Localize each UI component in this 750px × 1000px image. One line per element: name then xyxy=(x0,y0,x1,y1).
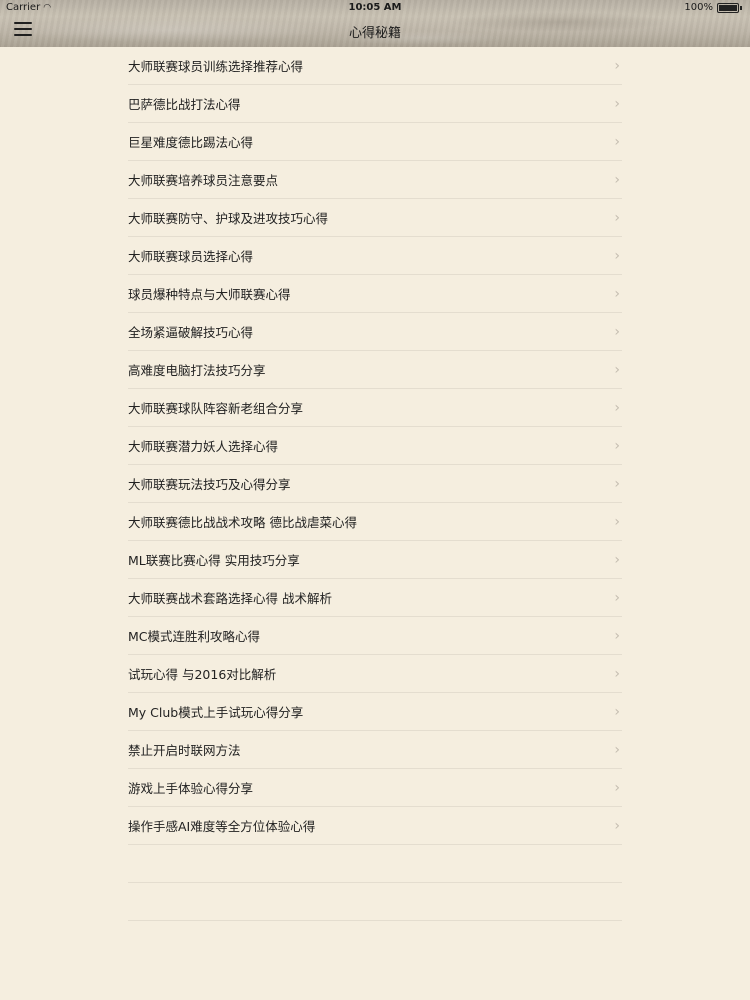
list-item-label: 巨星难度德比踢法心得 xyxy=(128,135,254,150)
chevron-right-icon: › xyxy=(614,437,620,454)
list-item[interactable]: 巴萨德比战打法心得 › xyxy=(128,85,622,123)
chevron-right-icon: › xyxy=(614,209,620,226)
list-item[interactable]: My Club模式上手试玩心得分享 › xyxy=(128,693,622,731)
list-item-label: 操作手感AI难度等全方位体验心得 xyxy=(128,819,316,834)
list-item[interactable]: 球员爆种特点与大师联赛心得 › xyxy=(128,275,622,313)
chevron-right-icon: › xyxy=(614,247,620,264)
list-item[interactable]: 大师联赛德比战战术攻略 德比战虐菜心得 › xyxy=(128,503,622,541)
battery-icon xyxy=(717,2,739,13)
empty-row xyxy=(128,845,622,883)
chevron-right-icon: › xyxy=(614,57,620,74)
chevron-right-icon: › xyxy=(614,361,620,378)
list-item-label: 巴萨德比战打法心得 xyxy=(128,97,241,112)
list-item[interactable]: 大师联赛球员选择心得 › xyxy=(128,237,622,275)
list-item-label: 游戏上手体验心得分享 xyxy=(128,781,254,796)
navigation-bar: Carrier ◠ 10:05 AM 100% 心得秘籍 xyxy=(0,0,750,47)
list-item[interactable]: 大师联赛防守、护球及进攻技巧心得 › xyxy=(128,199,622,237)
list-item[interactable]: 大师联赛玩法技巧及心得分享 › xyxy=(128,465,622,503)
list-item-label: 全场紧逼破解技巧心得 xyxy=(128,325,254,340)
list-item-label: 大师联赛潜力妖人选择心得 xyxy=(128,439,279,454)
list-item-label: 大师联赛玩法技巧及心得分享 xyxy=(128,477,291,492)
list-item[interactable]: 大师联赛战术套路选择心得 战术解析 › xyxy=(128,579,622,617)
chevron-right-icon: › xyxy=(614,323,620,340)
chevron-right-icon: › xyxy=(614,399,620,416)
chevron-right-icon: › xyxy=(614,703,620,720)
list-item[interactable]: 大师联赛球员训练选择推荐心得 › xyxy=(128,47,622,85)
battery-percent: 100% xyxy=(684,2,713,13)
list-item[interactable]: 大师联赛球队阵容新老组合分享 › xyxy=(128,389,622,427)
chevron-right-icon: › xyxy=(614,779,620,796)
list-item-label: 大师联赛球员选择心得 xyxy=(128,249,254,264)
chevron-right-icon: › xyxy=(614,95,620,112)
list-item-label: 大师联赛德比战战术攻略 德比战虐菜心得 xyxy=(128,515,357,530)
list-item[interactable]: 游戏上手体验心得分享 › xyxy=(128,769,622,807)
list-item-label: 大师联赛防守、护球及进攻技巧心得 xyxy=(128,211,329,226)
list-item-label: 高难度电脑打法技巧分享 xyxy=(128,363,266,378)
list-item[interactable]: 巨星难度德比踢法心得 › xyxy=(128,123,622,161)
list-item[interactable]: 操作手感AI难度等全方位体验心得 › xyxy=(128,807,622,845)
chevron-right-icon: › xyxy=(614,171,620,188)
list-item[interactable]: 大师联赛培养球员注意要点 › xyxy=(128,161,622,199)
list-item-label: My Club模式上手试玩心得分享 xyxy=(128,705,304,720)
list-item-label: 试玩心得 与2016对比解析 xyxy=(128,667,277,682)
page-title: 心得秘籍 xyxy=(348,26,401,41)
list-item-label: MC模式连胜利攻略心得 xyxy=(128,629,261,644)
list-item[interactable]: 高难度电脑打法技巧分享 › xyxy=(128,351,622,389)
chevron-right-icon: › xyxy=(614,285,620,302)
article-list: 大师联赛球员训练选择推荐心得 › 巴萨德比战打法心得 › 巨星难度德比踢法心得 › 大师联赛… xyxy=(128,47,622,921)
chevron-right-icon: › xyxy=(614,665,620,682)
list-item[interactable]: ML联赛比赛心得 实用技巧分享 › xyxy=(128,541,622,579)
list-item-label: 大师联赛球员训练选择推荐心得 xyxy=(128,59,304,74)
chevron-right-icon: › xyxy=(614,741,620,758)
chevron-right-icon: › xyxy=(614,627,620,644)
list-item-label: 大师联赛战术套路选择心得 战术解析 xyxy=(128,591,332,606)
battery-tip xyxy=(740,5,742,10)
list-item[interactable]: 试玩心得 与2016对比解析 › xyxy=(128,655,622,693)
list-item[interactable]: 禁止开启时联网方法 › xyxy=(128,731,622,769)
status-time: 10:05 AM xyxy=(348,2,402,13)
chevron-right-icon: › xyxy=(614,133,620,150)
chevron-right-icon: › xyxy=(614,551,620,568)
list-item-label: 禁止开启时联网方法 xyxy=(128,743,241,758)
list-item[interactable]: 大师联赛潜力妖人选择心得 › xyxy=(128,427,622,465)
list-item-label: 球员爆种特点与大师联赛心得 xyxy=(128,287,291,302)
list-item-label: 大师联赛球队阵容新老组合分享 xyxy=(128,401,304,416)
list-item-label: ML联赛比赛心得 实用技巧分享 xyxy=(128,553,300,568)
chevron-right-icon: › xyxy=(614,513,620,530)
list-item-label: 大师联赛培养球员注意要点 xyxy=(128,173,279,188)
list-item[interactable]: 全场紧逼破解技巧心得 › xyxy=(128,313,622,351)
list-item[interactable]: MC模式连胜利攻略心得 › xyxy=(128,617,622,655)
status-battery: 100% xyxy=(684,2,742,13)
empty-row xyxy=(128,883,622,921)
chevron-right-icon: › xyxy=(614,817,620,834)
chevron-right-icon: › xyxy=(614,475,620,492)
chevron-right-icon: › xyxy=(614,589,620,606)
